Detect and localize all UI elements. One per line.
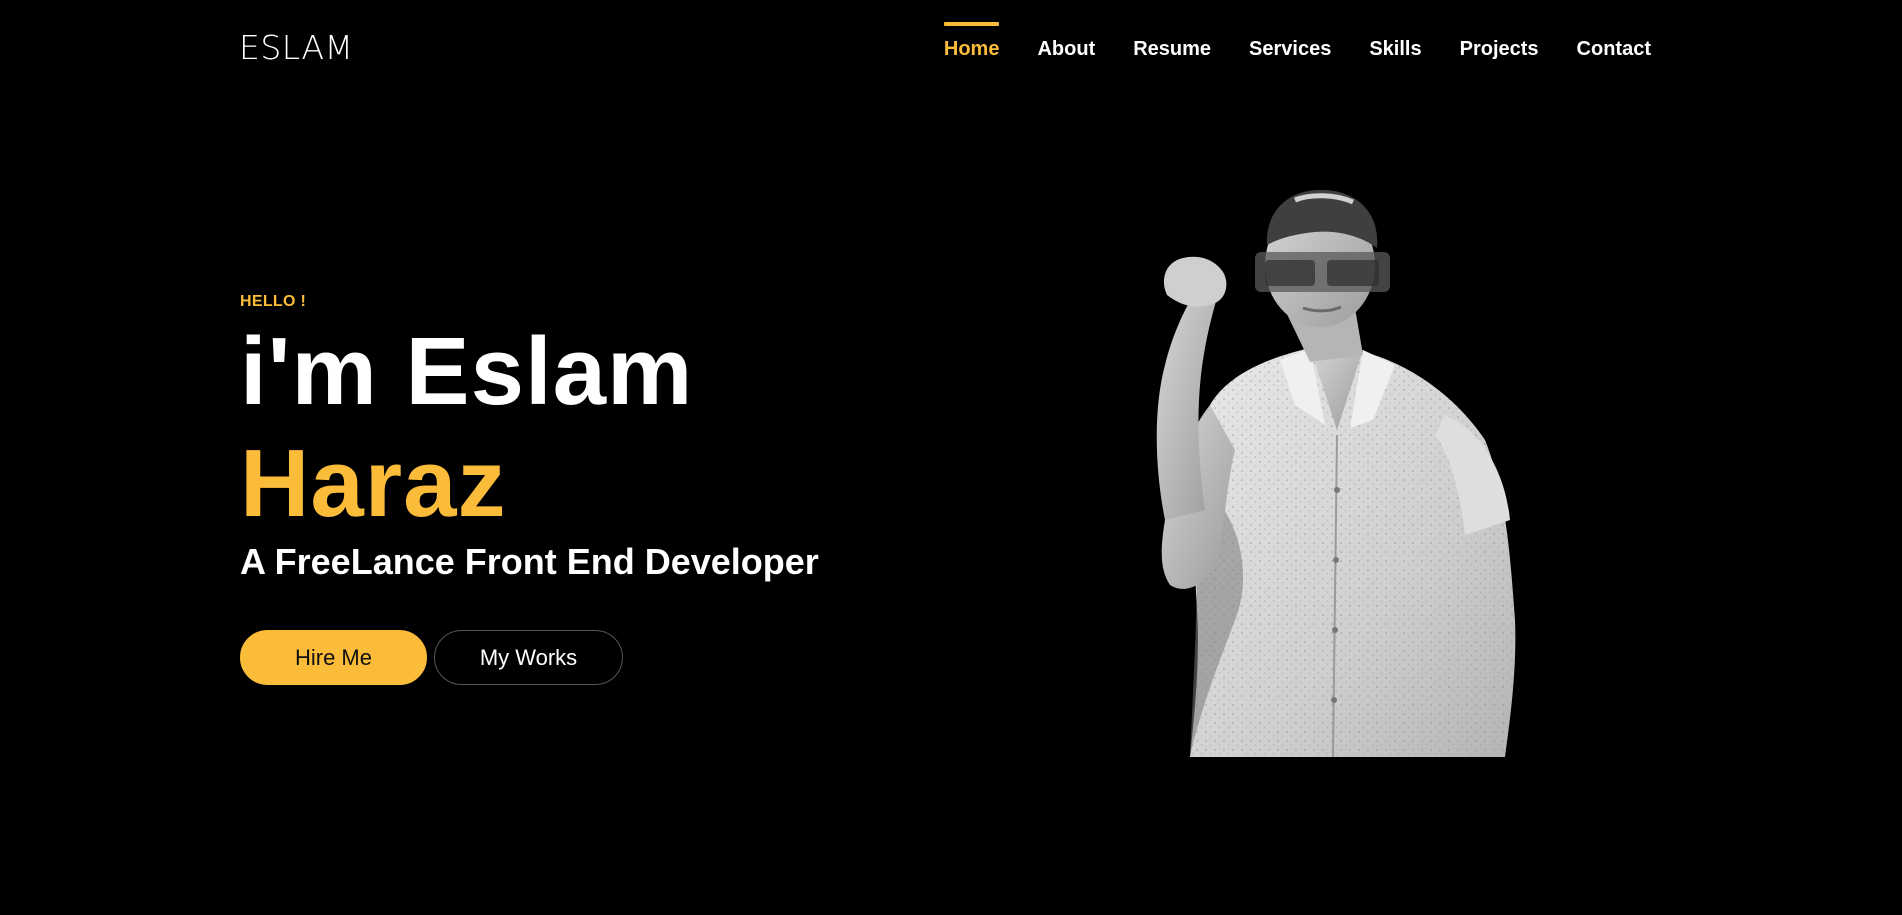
hero-greeting: HELLO ! — [240, 293, 307, 310]
nav-item-projects[interactable]: Projects — [1460, 22, 1539, 59]
logo[interactable]: ESLAM — [239, 30, 354, 64]
my-works-button[interactable]: My Works — [434, 630, 623, 685]
hero-name-last: Haraz — [240, 430, 507, 537]
nav-item-services[interactable]: Services — [1249, 22, 1331, 59]
nav-item-skills[interactable]: Skills — [1369, 22, 1421, 59]
main-nav: Home About Resume Services Skills Projec… — [943, 22, 1651, 59]
hero-buttons: Hire Me My Works — [240, 630, 623, 685]
person-photo-icon — [1156, 190, 1516, 757]
hero-section: HELLO ! i'm Eslam Haraz A FreeLance Fron… — [240, 290, 1000, 584]
hero-role: A FreeLance Front End Developer — [240, 541, 819, 582]
nav-item-about[interactable]: About — [1037, 22, 1095, 59]
nav-item-contact[interactable]: Contact — [1577, 22, 1651, 59]
hire-me-button[interactable]: Hire Me — [240, 630, 427, 685]
hero-name-first: i'm Eslam — [240, 318, 694, 425]
page: ESLAM Home About Resume Services Skills … — [0, 0, 1902, 915]
site-header: ESLAM Home About Resume Services Skills … — [0, 0, 1902, 96]
nav-item-home[interactable]: Home — [943, 22, 999, 59]
nav-item-resume[interactable]: Resume — [1133, 22, 1211, 59]
